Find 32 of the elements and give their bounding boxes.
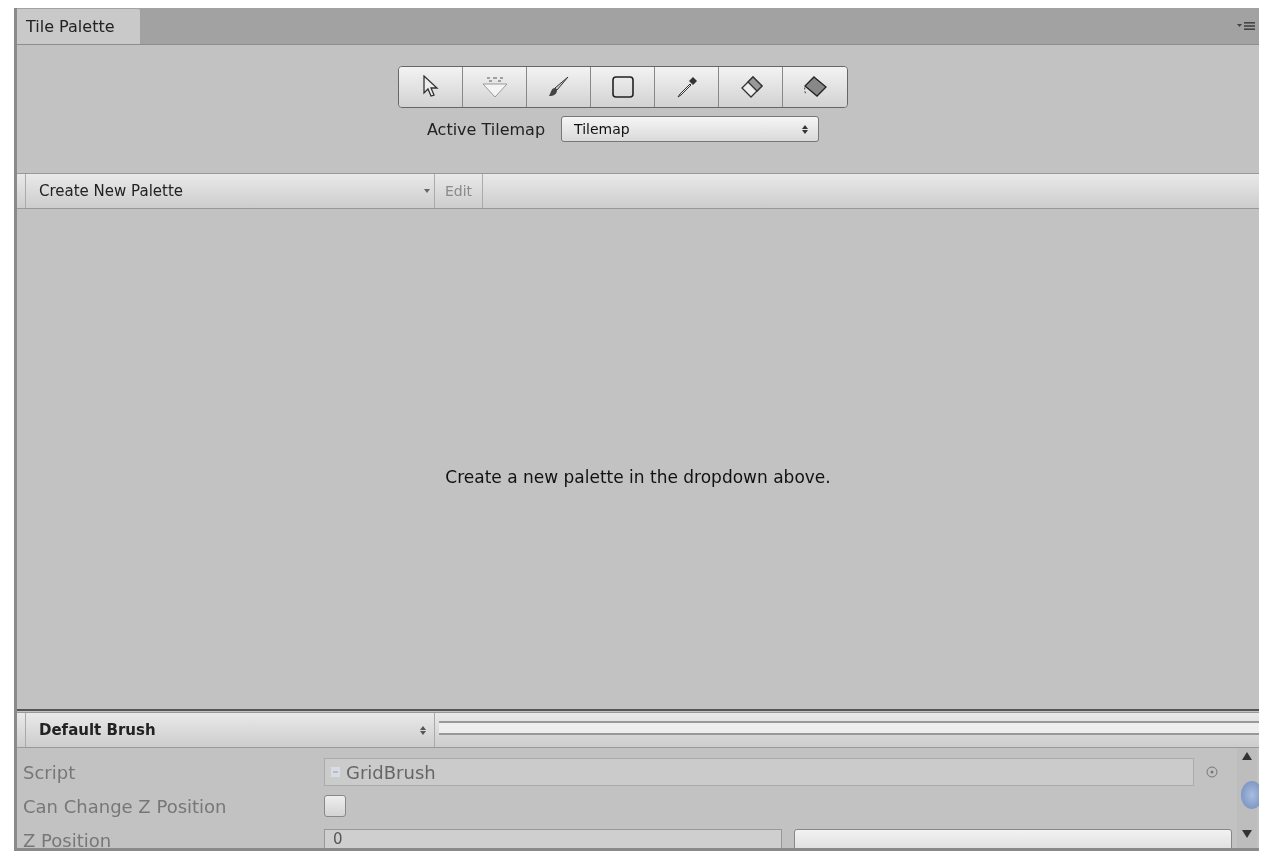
script-icon — [331, 766, 341, 778]
brush-dropdown[interactable]: Default Brush — [25, 713, 435, 747]
tool-button[interactable] — [399, 67, 463, 107]
menu-icon[interactable] — [1237, 21, 1255, 31]
tool-button[interactable] — [591, 67, 655, 107]
empty-message: Create a new palette in the dropdown above. — [445, 467, 831, 487]
tool-button[interactable] — [719, 67, 783, 107]
number-field[interactable]: 0 — [324, 829, 782, 848]
scroll-down-icon[interactable] — [1242, 830, 1252, 838]
active-tilemap-dropdown[interactable]: Tilemap — [561, 116, 820, 142]
caret-icon — [424, 189, 430, 193]
property-label: Can Change Z Position — [23, 795, 228, 817]
cursor-icon — [421, 75, 440, 99]
square-icon — [610, 75, 635, 99]
tool-button[interactable] — [527, 67, 591, 107]
tool-button[interactable] — [783, 67, 847, 107]
brush-icon — [546, 75, 571, 99]
active-tilemap-label: Active Tilemap — [426, 119, 546, 139]
checkbox[interactable] — [324, 795, 346, 817]
scrollbar[interactable] — [1237, 748, 1257, 848]
paint-bucket-icon — [802, 75, 828, 99]
splitter-handle[interactable] — [439, 721, 1259, 735]
window-tab[interactable]: Tile Palette — [17, 9, 140, 44]
scroll-thumb[interactable] — [1241, 781, 1259, 809]
palette-dropdown[interactable]: Create New Palette — [25, 174, 435, 208]
property-label: Z Position — [23, 829, 113, 848]
property-label: Script — [23, 761, 77, 783]
stepper-arrows-icon — [802, 124, 809, 134]
object-picker-icon[interactable] — [1206, 766, 1218, 778]
scroll-up-icon[interactable] — [1242, 752, 1252, 760]
script-name: GridBrush — [346, 761, 436, 783]
stepper-arrows-icon — [420, 725, 426, 735]
